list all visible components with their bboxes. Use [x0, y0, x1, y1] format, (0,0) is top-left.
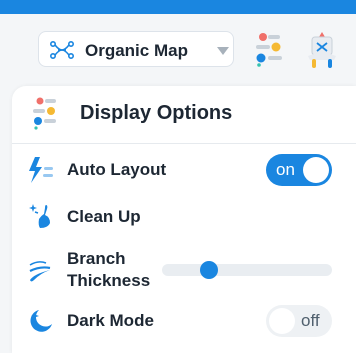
- toggle-knob: [303, 157, 329, 183]
- clean-up-label: Clean Up: [67, 207, 141, 226]
- map-type-select[interactable]: Organic Map: [38, 31, 234, 67]
- broom-icon: [29, 204, 50, 228]
- panel-header: Display Options: [12, 86, 356, 142]
- toggle-state-text: on: [276, 160, 295, 179]
- branch-label-line2: Thickness: [67, 271, 151, 290]
- toolbar: Organic Map: [0, 14, 356, 86]
- brush-icon: [29, 261, 51, 282]
- fancy-icon[interactable]: [304, 30, 340, 70]
- mindmap-icon: [49, 40, 74, 60]
- display-options-icon[interactable]: [252, 30, 286, 68]
- dark-mode-toggle[interactable]: off: [266, 305, 332, 337]
- clean-up-row[interactable]: Clean Up: [12, 201, 356, 233]
- branch-thickness-row: Branch Thickness: [12, 248, 356, 292]
- branch-label-line1: Branch: [67, 249, 126, 268]
- panel-title: Display Options: [80, 102, 233, 124]
- auto-layout-row: Auto Layout on: [12, 154, 356, 186]
- toggle-state-text: off: [301, 311, 320, 330]
- lightning-icon: [29, 157, 53, 183]
- dark-mode-row: Dark Mode off: [12, 305, 356, 337]
- display-options-icon: [33, 97, 56, 130]
- toggle-knob: [269, 308, 295, 334]
- map-type-value: Organic Map: [85, 41, 188, 60]
- top-bar: [0, 0, 356, 14]
- auto-layout-toggle[interactable]: on: [266, 154, 332, 186]
- moon-icon: [30, 310, 52, 332]
- display-options-panel: Display Options Auto Layout on Clean Up: [12, 86, 356, 353]
- dark-mode-label: Dark Mode: [67, 311, 154, 330]
- slider-thumb[interactable]: [200, 261, 218, 279]
- chevron-down-icon: [217, 47, 229, 55]
- divider: [12, 143, 356, 144]
- auto-layout-label: Auto Layout: [67, 160, 167, 179]
- branch-thickness-slider[interactable]: [162, 261, 332, 279]
